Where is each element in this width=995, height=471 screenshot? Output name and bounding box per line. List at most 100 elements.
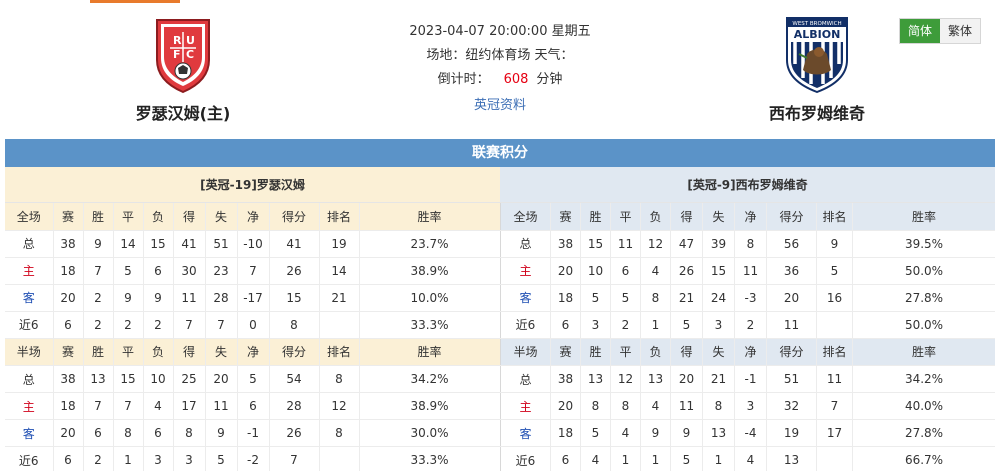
column-header: 胜 [580, 203, 611, 231]
table-row: 近6 6 3 2 1 5 3 2 11 50.0% [500, 311, 995, 339]
svg-text:U: U [186, 34, 195, 47]
table-cell [319, 446, 360, 471]
table-cell: 36 [766, 257, 817, 285]
table-cell: 10 [580, 257, 611, 285]
table-cell: 38 [550, 230, 581, 258]
table-row: 近6 6 2 1 3 3 5 -2 7 33.3% [5, 446, 501, 471]
table-cell: 50.0% [852, 257, 995, 285]
table-cell: 6 [550, 311, 581, 339]
table-cell: 2 [83, 446, 114, 471]
table-cell: 25 [173, 365, 206, 393]
table-cell: 34.2% [359, 365, 501, 393]
column-header: 负 [143, 338, 174, 366]
table-cell: 18 [550, 284, 581, 312]
table-row: 总 38 13 15 10 25 20 5 54 8 34.2% [5, 365, 501, 393]
table-cell: 21 [319, 284, 360, 312]
table-cell: 9 [205, 419, 238, 447]
column-header: 负 [143, 203, 174, 231]
row-label: 主 [500, 392, 551, 420]
table-cell: 7 [237, 257, 270, 285]
table-cell: 9 [143, 284, 174, 312]
away-team[interactable]: WEST BROMWICH ALBION 西布罗姆维奇 [732, 14, 902, 124]
table-cell: 38.9% [359, 392, 501, 420]
column-header: 半场 [5, 338, 54, 366]
table-cell: 41 [269, 230, 320, 258]
table-cell: 11 [734, 257, 767, 285]
table-cell: -2 [237, 446, 270, 471]
rotherham-crest-icon: R U F C [156, 19, 210, 94]
table-cell: 54 [269, 365, 320, 393]
row-label: 客 [500, 419, 551, 447]
table-cell: 3 [580, 311, 611, 339]
table-cell: 13 [702, 419, 735, 447]
column-header: 胜率 [359, 203, 501, 231]
column-header: 得 [173, 203, 206, 231]
west-brom-albion-crest-icon: WEST BROMWICH ALBION [786, 17, 848, 94]
simplified-chinese-button[interactable]: 简体 [900, 19, 940, 43]
table-cell: 26 [269, 419, 320, 447]
table-cell: 20 [205, 365, 238, 393]
table-cell: 9 [670, 419, 703, 447]
column-header: 赛 [550, 338, 581, 366]
traditional-chinese-button[interactable]: 繁体 [940, 19, 980, 43]
table-cell: 2 [113, 311, 144, 339]
countdown-unit: 分钟 [536, 72, 563, 87]
table-cell: 8 [319, 419, 360, 447]
table-cell: 6 [237, 392, 270, 420]
table-cell: 11 [173, 284, 206, 312]
table-cell: 11 [610, 230, 641, 258]
table-cell: 5 [237, 365, 270, 393]
table-cell: 34.2% [852, 365, 995, 393]
table-cell: 10 [143, 365, 174, 393]
table-cell: 38.9% [359, 257, 501, 285]
table-cell: 11 [766, 311, 817, 339]
table-row: 近6 6 2 2 2 7 7 0 8 33.3% [5, 311, 501, 339]
row-label: 主 [5, 392, 54, 420]
table-cell: 4 [640, 392, 671, 420]
svg-text:R: R [173, 34, 182, 47]
table-cell: 51 [205, 230, 238, 258]
column-header: 胜 [83, 338, 114, 366]
table-cell: 9 [640, 419, 671, 447]
table-cell: 19 [319, 230, 360, 258]
table-cell: 5 [580, 419, 611, 447]
home-team-name[interactable]: 罗瑟汉姆(主) [98, 100, 268, 124]
table-cell: 7 [173, 311, 206, 339]
home-team[interactable]: R U F C 罗瑟汉姆(主) [98, 14, 268, 124]
column-header: 得分 [766, 338, 817, 366]
table-cell: 20 [53, 284, 84, 312]
table-cell: -1 [237, 419, 270, 447]
table-cell: 14 [113, 230, 144, 258]
table-cell: 4 [734, 446, 767, 471]
table-cell: 26 [670, 257, 703, 285]
table-cell: 20 [550, 257, 581, 285]
table-cell: 6 [143, 419, 174, 447]
table-cell: 27.8% [852, 419, 995, 447]
row-label: 总 [5, 230, 54, 258]
column-header: 失 [205, 203, 238, 231]
league-info-link[interactable]: 英冠资料 [360, 94, 640, 118]
table-row: 客 18 5 4 9 9 13 -4 19 17 27.8% [500, 419, 995, 447]
column-header: 赛 [53, 203, 84, 231]
column-header: 得 [670, 338, 703, 366]
column-header: 全场 [5, 203, 54, 231]
column-header: 负 [640, 338, 671, 366]
row-label: 总 [500, 365, 551, 393]
table-cell: 12 [319, 392, 360, 420]
home-half-time-table: 半场赛胜平负得失净得分 排名 胜率总 38 13 15 10 25 20 5 54 8 34.2% 主 18… [5, 338, 501, 471]
table-cell: 20 [766, 284, 817, 312]
column-header: 失 [702, 203, 735, 231]
table-row: 主 18 7 7 4 17 11 6 28 12 38.9% [5, 392, 501, 420]
table-cell: 6 [610, 257, 641, 285]
table-header-row: 半场赛胜平负得失净得分 排名 胜率 [5, 338, 501, 366]
away-team-name[interactable]: 西布罗姆维奇 [732, 100, 902, 124]
table-cell: -1 [734, 365, 767, 393]
column-header: 平 [113, 338, 144, 366]
table-cell: 1 [640, 446, 671, 471]
table-cell: 20 [550, 392, 581, 420]
row-label: 近6 [5, 446, 54, 471]
table-cell: 30.0% [359, 419, 501, 447]
table-cell: 6 [83, 419, 114, 447]
table-cell: 17 [816, 419, 853, 447]
row-label: 主 [5, 257, 54, 285]
